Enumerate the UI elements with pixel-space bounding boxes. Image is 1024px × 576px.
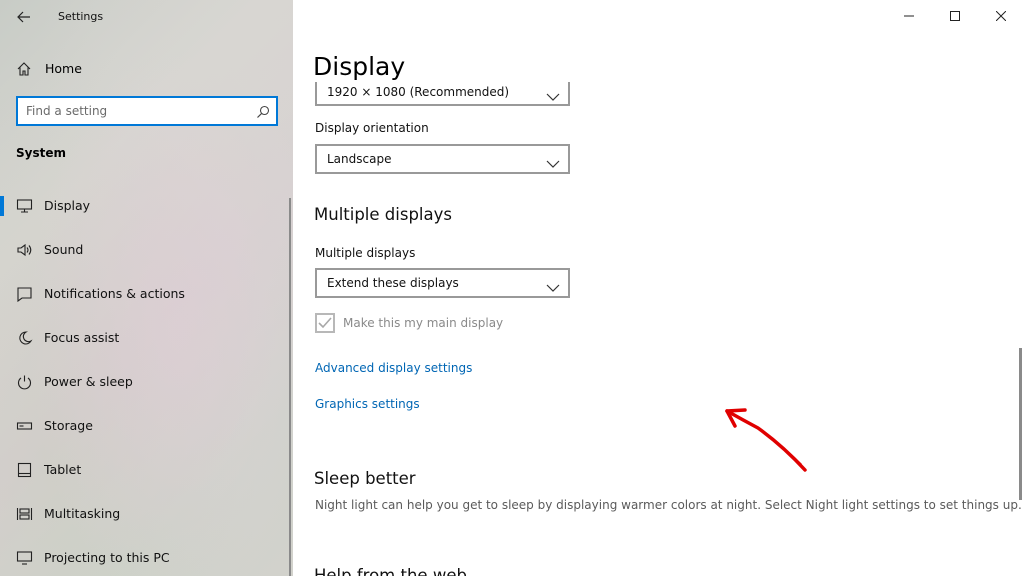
section-label: System [16,146,66,160]
sidebar-item-label: Multitasking [44,506,121,521]
sidebar-item-display[interactable]: Display [0,188,293,224]
dropdown-value: Extend these displays [327,276,459,290]
active-indicator [0,196,4,216]
back-arrow-icon[interactable] [10,6,38,28]
projecting-icon [16,550,33,566]
sidebar-item-focus-assist[interactable]: Focus assist [0,320,293,356]
sidebar-scrollbar[interactable] [289,198,291,576]
titlebar-left: Settings [0,0,293,34]
sleep-better-heading: Sleep better [314,469,416,488]
multiple-displays-label: Multiple displays [315,246,416,260]
storage-icon [16,418,33,434]
advanced-display-settings-link[interactable]: Advanced display settings [315,361,472,375]
app-title: Settings [58,10,104,23]
main-content: Display 1920 × 1080 (Recommended) Displa… [293,0,1024,576]
multitasking-icon [16,506,33,522]
search-box[interactable] [16,96,278,126]
moon-icon [16,330,33,346]
maximize-icon [950,11,960,21]
checkmark-icon [318,317,332,329]
speaker-icon [16,242,33,258]
sidebar-item-label: Projecting to this PC [44,550,170,565]
sidebar-item-label: Tablet [44,462,82,477]
orientation-label: Display orientation [315,121,429,135]
main-display-checkbox[interactable] [315,313,335,333]
close-button[interactable] [978,0,1024,32]
close-icon [996,11,1006,21]
sidebar: Settings Home System Display [0,0,293,576]
dropdown-value: Landscape [327,152,392,166]
sleep-better-description: Night light can help you get to sleep by… [315,498,1022,512]
monitor-icon [16,198,33,214]
sidebar-item-notifications[interactable]: Notifications & actions [0,276,293,312]
sidebar-item-multitasking[interactable]: Multitasking [0,496,293,532]
main-display-checkbox-row: Make this my main display [315,312,503,334]
graphics-settings-link[interactable]: Graphics settings [315,397,420,411]
checkbox-label: Make this my main display [343,316,504,330]
sidebar-item-label: Display [44,198,91,213]
tablet-icon [16,462,33,478]
sidebar-item-label: Focus assist [44,330,120,345]
chevron-down-icon [546,154,560,168]
window-controls [886,0,1024,32]
dropdown-value: 1920 × 1080 (Recommended) [327,85,510,99]
resolution-dropdown[interactable]: 1920 × 1080 (Recommended) [315,82,570,106]
search-icon[interactable] [256,104,270,118]
sidebar-item-label: Home [45,61,82,76]
minimize-icon [904,15,914,17]
maximize-button[interactable] [932,0,978,32]
orientation-dropdown[interactable]: Landscape [315,144,570,174]
multiple-displays-dropdown[interactable]: Extend these displays [315,268,570,298]
sidebar-item-label: Power & sleep [44,374,133,389]
main-scrollbar[interactable] [1019,348,1022,500]
sidebar-item-label: Notifications & actions [44,286,185,301]
power-icon [16,374,33,390]
notification-icon [16,286,33,303]
red-arrow-annotation [725,408,807,472]
chevron-down-icon [546,278,560,292]
sidebar-item-storage[interactable]: Storage [0,408,293,444]
home-icon [16,61,32,77]
page-title: Display [313,52,406,81]
minimize-button[interactable] [886,0,932,32]
sidebar-item-projecting[interactable]: Projecting to this PC [0,540,293,576]
sidebar-item-power-sleep[interactable]: Power & sleep [0,364,293,400]
sidebar-item-tablet[interactable]: Tablet [0,452,293,488]
search-input[interactable] [26,102,246,120]
multiple-displays-heading: Multiple displays [314,205,452,224]
sidebar-item-label: Storage [44,418,93,433]
sidebar-item-sound[interactable]: Sound [0,232,293,268]
sidebar-item-home[interactable]: Home [0,56,293,82]
chevron-down-icon [546,87,560,101]
help-from-web-heading: Help from the web [314,566,467,576]
sidebar-item-label: Sound [44,242,84,257]
